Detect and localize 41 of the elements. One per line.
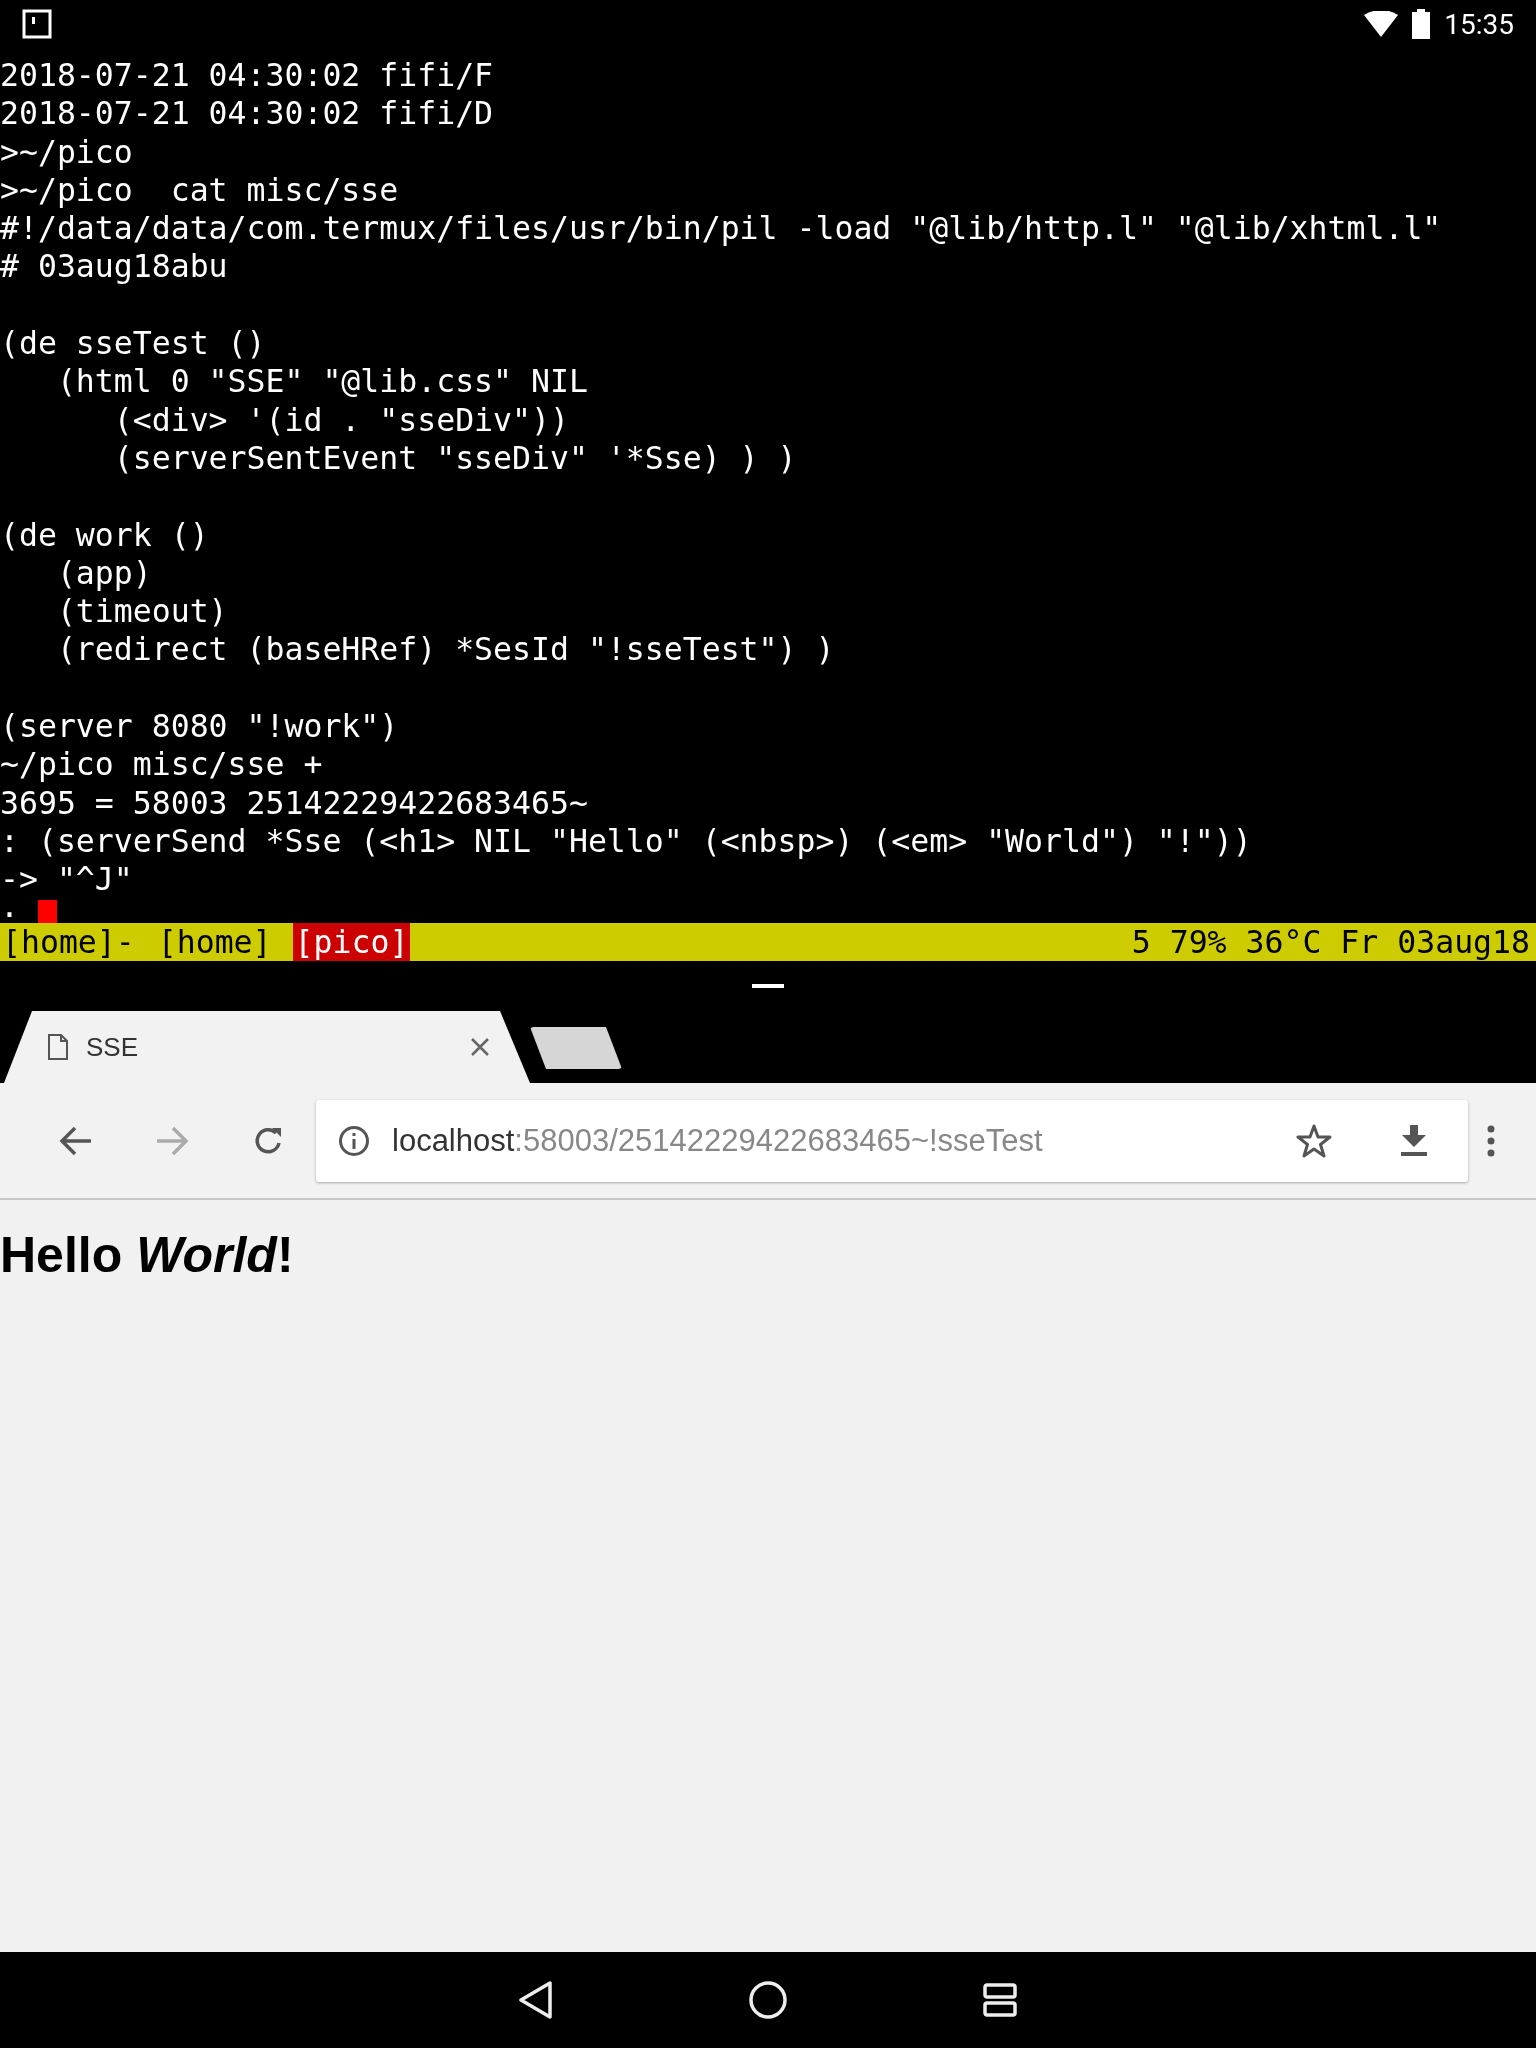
clock: 15:35 bbox=[1444, 7, 1514, 41]
info-icon[interactable] bbox=[338, 1124, 370, 1157]
back-icon[interactable] bbox=[519, 1981, 553, 2019]
terminal-line: 2018-07-21 04:30:02 fifi/F bbox=[0, 56, 494, 95]
terminal-line: (timeout) bbox=[55, 592, 228, 631]
terminal-line: (html 0 "SSE" "@lib.css" NIL bbox=[55, 362, 588, 401]
terminal-line: (server 8080 "!work") bbox=[0, 707, 399, 746]
terminal-line: (app) bbox=[55, 553, 152, 593]
terminal-line: (redirect (baseHRef) *SesId "!sseTest") ) bbox=[55, 630, 835, 669]
recents-icon[interactable] bbox=[983, 1983, 1017, 2017]
tmux-window-tab[interactable]: [pico] bbox=[292, 923, 411, 961]
terminal-line: (de work () bbox=[0, 515, 209, 554]
close-icon[interactable] bbox=[470, 1037, 490, 1057]
terminal-line: >~/pico bbox=[0, 132, 133, 171]
split-handle[interactable] bbox=[752, 984, 784, 988]
terminal-line: (de sseTest () bbox=[0, 324, 266, 363]
terminal-line: -> "^J" bbox=[0, 860, 133, 899]
page-heading: Hello World! bbox=[0, 1226, 294, 1284]
back-arrow-icon[interactable] bbox=[59, 1125, 93, 1156]
browser-tab[interactable]: SSE bbox=[4, 1011, 530, 1083]
terminal-line: (<div> '(id . "sseDiv")) bbox=[112, 400, 569, 439]
star-icon[interactable] bbox=[1296, 1123, 1332, 1158]
home-icon[interactable] bbox=[749, 1981, 787, 2019]
tmux-status: 5 79% 36°C Fr 03aug18 bbox=[1131, 924, 1531, 960]
terminal-line: (serverSentEvent "sseDiv" '*Sse) ) ) bbox=[112, 438, 797, 478]
download-icon[interactable] bbox=[1400, 1124, 1428, 1157]
terminal-line: # 03aug18abu bbox=[0, 247, 228, 286]
terminal-line: 3695 = 58003 25142229422683465~ bbox=[0, 783, 588, 822]
terminal-line: #!/data/data/com.termux/files/usr/bin/pil -load "@lib/http.l" "@lib/xhtml.l" bbox=[0, 209, 1442, 248]
url-text: localhost:58003/25142229422683465~!sseTest bbox=[392, 1122, 1044, 1159]
battery-icon bbox=[1412, 9, 1431, 39]
address-bar[interactable]: localhost:58003/25142229422683465~!sseTest bbox=[316, 1099, 1468, 1182]
terminal-line: 2018-07-21 04:30:02 fifi/D bbox=[0, 94, 494, 133]
page-icon bbox=[48, 1034, 68, 1060]
notification-icon bbox=[22, 9, 52, 39]
terminal-line: ~/pico misc/sse + bbox=[0, 745, 323, 784]
menu-icon[interactable] bbox=[1486, 1124, 1496, 1157]
tmux-window-tab[interactable]: [home] bbox=[155, 923, 274, 961]
terminal-line: >~/pico cat misc/sse bbox=[0, 170, 399, 210]
wifi-icon bbox=[1364, 11, 1399, 37]
terminal-line: : (serverSend *Sse (<h1> NIL "Hello" (<nbsp>) (<em> "World") "!")) bbox=[0, 821, 1252, 861]
